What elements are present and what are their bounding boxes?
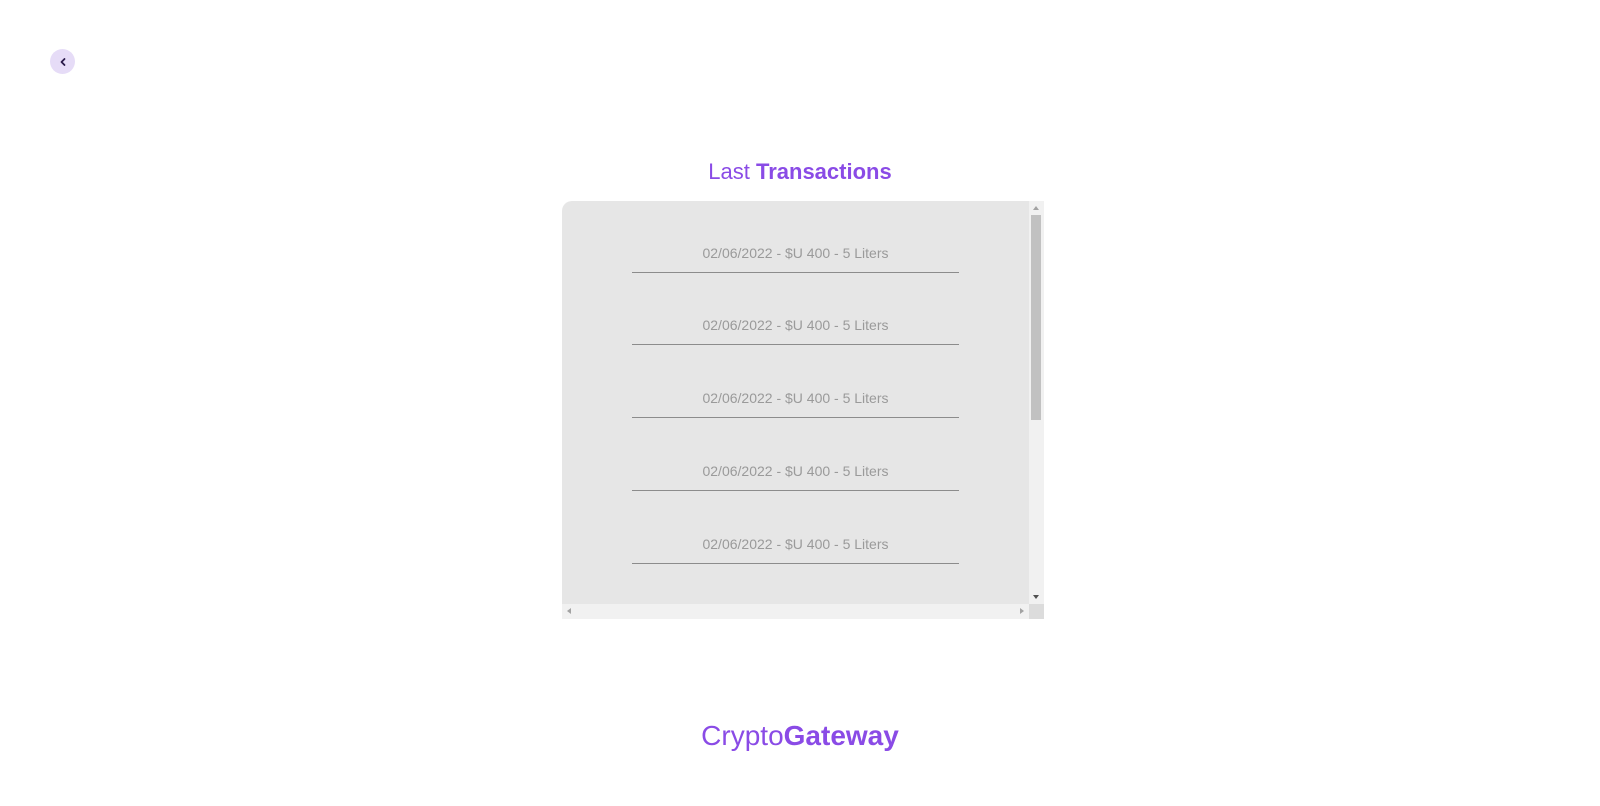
transaction-text: 02/06/2022 - $U 400 - 5 Liters	[702, 245, 889, 261]
vertical-scroll-thumb[interactable]	[1031, 215, 1041, 420]
transaction-item: 02/06/2022 - $U 400 - 5 Liters	[632, 201, 959, 273]
transaction-item: 02/06/2022 - $U 400 - 5 Liters	[632, 419, 959, 491]
page: Last Transactions 02/06/2022 - $U 400 - …	[0, 0, 1600, 806]
transaction-item: 02/06/2022 - $U 400 - 5 Liters	[632, 346, 959, 418]
scrollbar-corner	[1029, 604, 1044, 619]
scroll-down-arrow-icon[interactable]	[1033, 595, 1039, 599]
transaction-item: 02/06/2022 - $U 400 - 5 Liters	[632, 273, 959, 345]
transaction-text: 02/06/2022 - $U 400 - 5 Liters	[702, 390, 889, 406]
transaction-text: 02/06/2022 - $U 400 - 5 Liters	[702, 463, 889, 479]
transaction-item: 02/06/2022 - $U 400 - 5 Liters	[632, 492, 959, 564]
vertical-scrollbar[interactable]	[1029, 201, 1044, 604]
brand-bold: Gateway	[783, 720, 899, 751]
horizontal-scrollbar[interactable]	[562, 604, 1029, 619]
brand-light: Crypto	[701, 720, 784, 751]
page-title: Last Transactions	[0, 156, 1600, 188]
back-button[interactable]	[50, 49, 75, 74]
scroll-up-arrow-icon[interactable]	[1033, 206, 1039, 210]
scroll-left-arrow-icon[interactable]	[567, 608, 571, 614]
brand-logo: CryptoGateway	[0, 718, 1600, 754]
transactions-panel: 02/06/2022 - $U 400 - 5 Liters 02/06/202…	[562, 201, 1044, 619]
transactions-list[interactable]: 02/06/2022 - $U 400 - 5 Liters 02/06/202…	[562, 201, 1029, 604]
chevron-left-icon	[60, 57, 65, 66]
page-title-bold: Transactions	[755, 159, 892, 184]
page-title-light: Last	[708, 159, 756, 184]
transaction-text: 02/06/2022 - $U 400 - 5 Liters	[702, 536, 889, 552]
transaction-text: 02/06/2022 - $U 400 - 5 Liters	[702, 317, 889, 333]
scroll-right-arrow-icon[interactable]	[1020, 608, 1024, 614]
